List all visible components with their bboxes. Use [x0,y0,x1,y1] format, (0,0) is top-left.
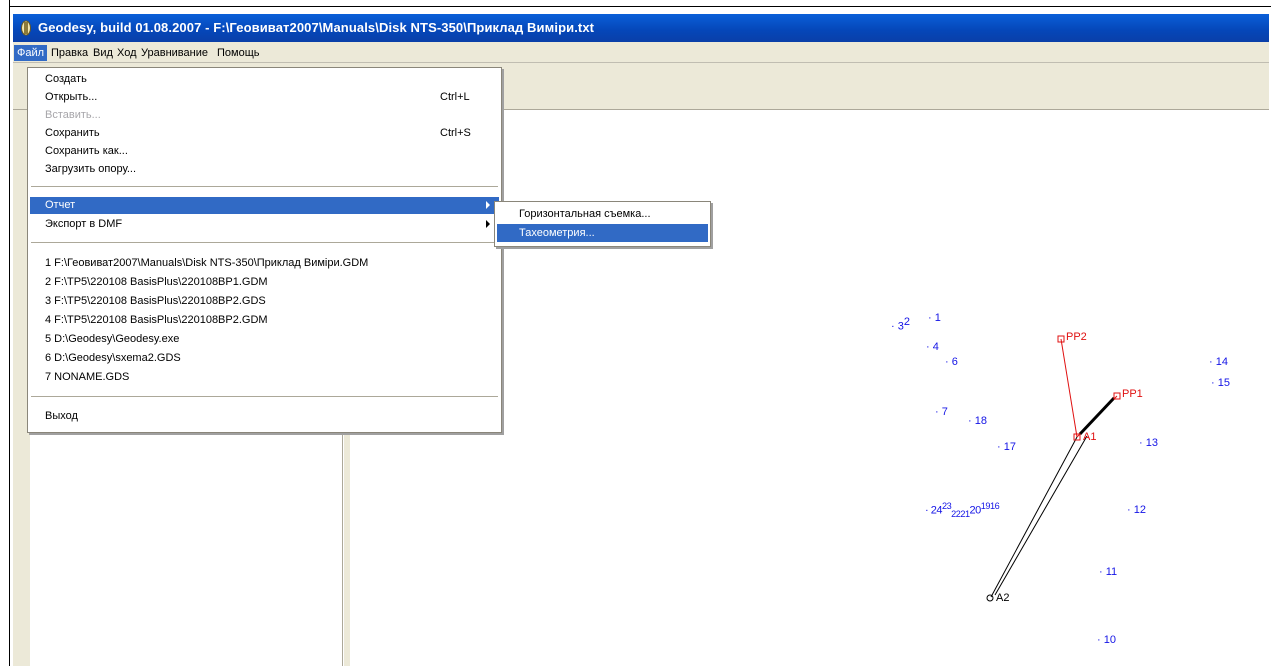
report-submenu: Горизонтальная съемка... Тахеометрия... [494,201,711,247]
point-a1-label: A1 [1083,431,1097,443]
menu-separator [31,242,498,243]
menu-item-new[interactable]: Создать [30,71,499,88]
menu-help[interactable]: Помощь [214,45,263,61]
menu-item-exit[interactable]: Выход [30,408,499,425]
point-label: · 15 [1211,377,1230,389]
menu-file[interactable]: Файл [14,45,48,61]
point-label: · 10 [1097,634,1116,646]
menu-item-save[interactable]: Сохранить Ctrl+S [30,125,499,142]
point-label: · 13 [1139,437,1158,449]
point-label: · 18 [968,415,987,427]
point-label: · 6 [945,356,958,368]
menu-item-report[interactable]: Отчет [30,197,499,214]
file-menu-dropdown: Создать Открыть... Ctrl+L Вставить... Сох… [27,67,502,433]
menu-separator [31,186,498,187]
point-label: · 17 [997,441,1016,453]
window-title: Geodesy, build 01.08.2007 - F:\Геовиват2… [38,20,595,35]
menu-item-recent-1[interactable]: 1 F:\Геовиват2007\Manuals\Disk NTS-350\П… [30,255,499,272]
menu-item-recent-4[interactable]: 4 F:\TP5\220108 BasisPlus\220108BP2.GDM [30,312,499,329]
point-a2-label: A2 [996,592,1010,604]
point-pp1-label: PP1 [1122,388,1143,400]
point-label: · 1 [928,312,941,324]
menu-item-recent-2[interactable]: 2 F:\TP5\220108 BasisPlus\220108BP1.GDM [30,274,499,291]
menu-item-recent-5[interactable]: 5 D:\Geodesy\Geodesy.exe [30,331,499,348]
menu-item-load-control[interactable]: Загрузить опору... [30,161,499,178]
menu-adjustment[interactable]: Уравнивание [138,45,211,61]
menu-item-recent-7[interactable]: 7 NONAME.GDS [30,369,499,386]
menu-traverse[interactable]: Ход [114,45,140,61]
point-label: · 32 [891,316,910,333]
submenu-item-horizontal-survey[interactable]: Горизонтальная съемка... [497,205,708,223]
menu-item-export-dmf[interactable]: Экспорт в DMF [30,216,499,233]
menu-item-recent-3[interactable]: 3 F:\TP5\220108 BasisPlus\220108BP2.GDS [30,293,499,310]
menu-view[interactable]: Вид [90,45,116,61]
point-label: · 11 [1099,566,1118,578]
menu-edit[interactable]: Правка [48,45,91,61]
point-cluster: · 24232221201916 [925,501,1000,519]
app-icon[interactable] [19,19,33,36]
submenu-arrow-icon [486,201,490,209]
menu-separator [31,396,498,397]
point-label: · 14 [1209,356,1228,368]
frame-left-rule [9,0,10,666]
menu-item-open[interactable]: Открыть... Ctrl+L [30,89,499,106]
submenu-arrow-icon [486,220,490,228]
point-label: · 7 [935,406,948,418]
frame-top-rule [9,6,1271,7]
point-label: · 12 [1127,504,1146,516]
menu-item-save-as[interactable]: Сохранить как... [30,143,499,160]
point-pp2-label: PP2 [1066,331,1087,343]
menu-item-insert: Вставить... [45,109,101,121]
point-label: · 4 [926,341,939,353]
submenu-item-tacheometry[interactable]: Тахеометрия... [497,224,708,242]
menu-item-recent-6[interactable]: 6 D:\Geodesy\sxema2.GDS [30,350,499,367]
